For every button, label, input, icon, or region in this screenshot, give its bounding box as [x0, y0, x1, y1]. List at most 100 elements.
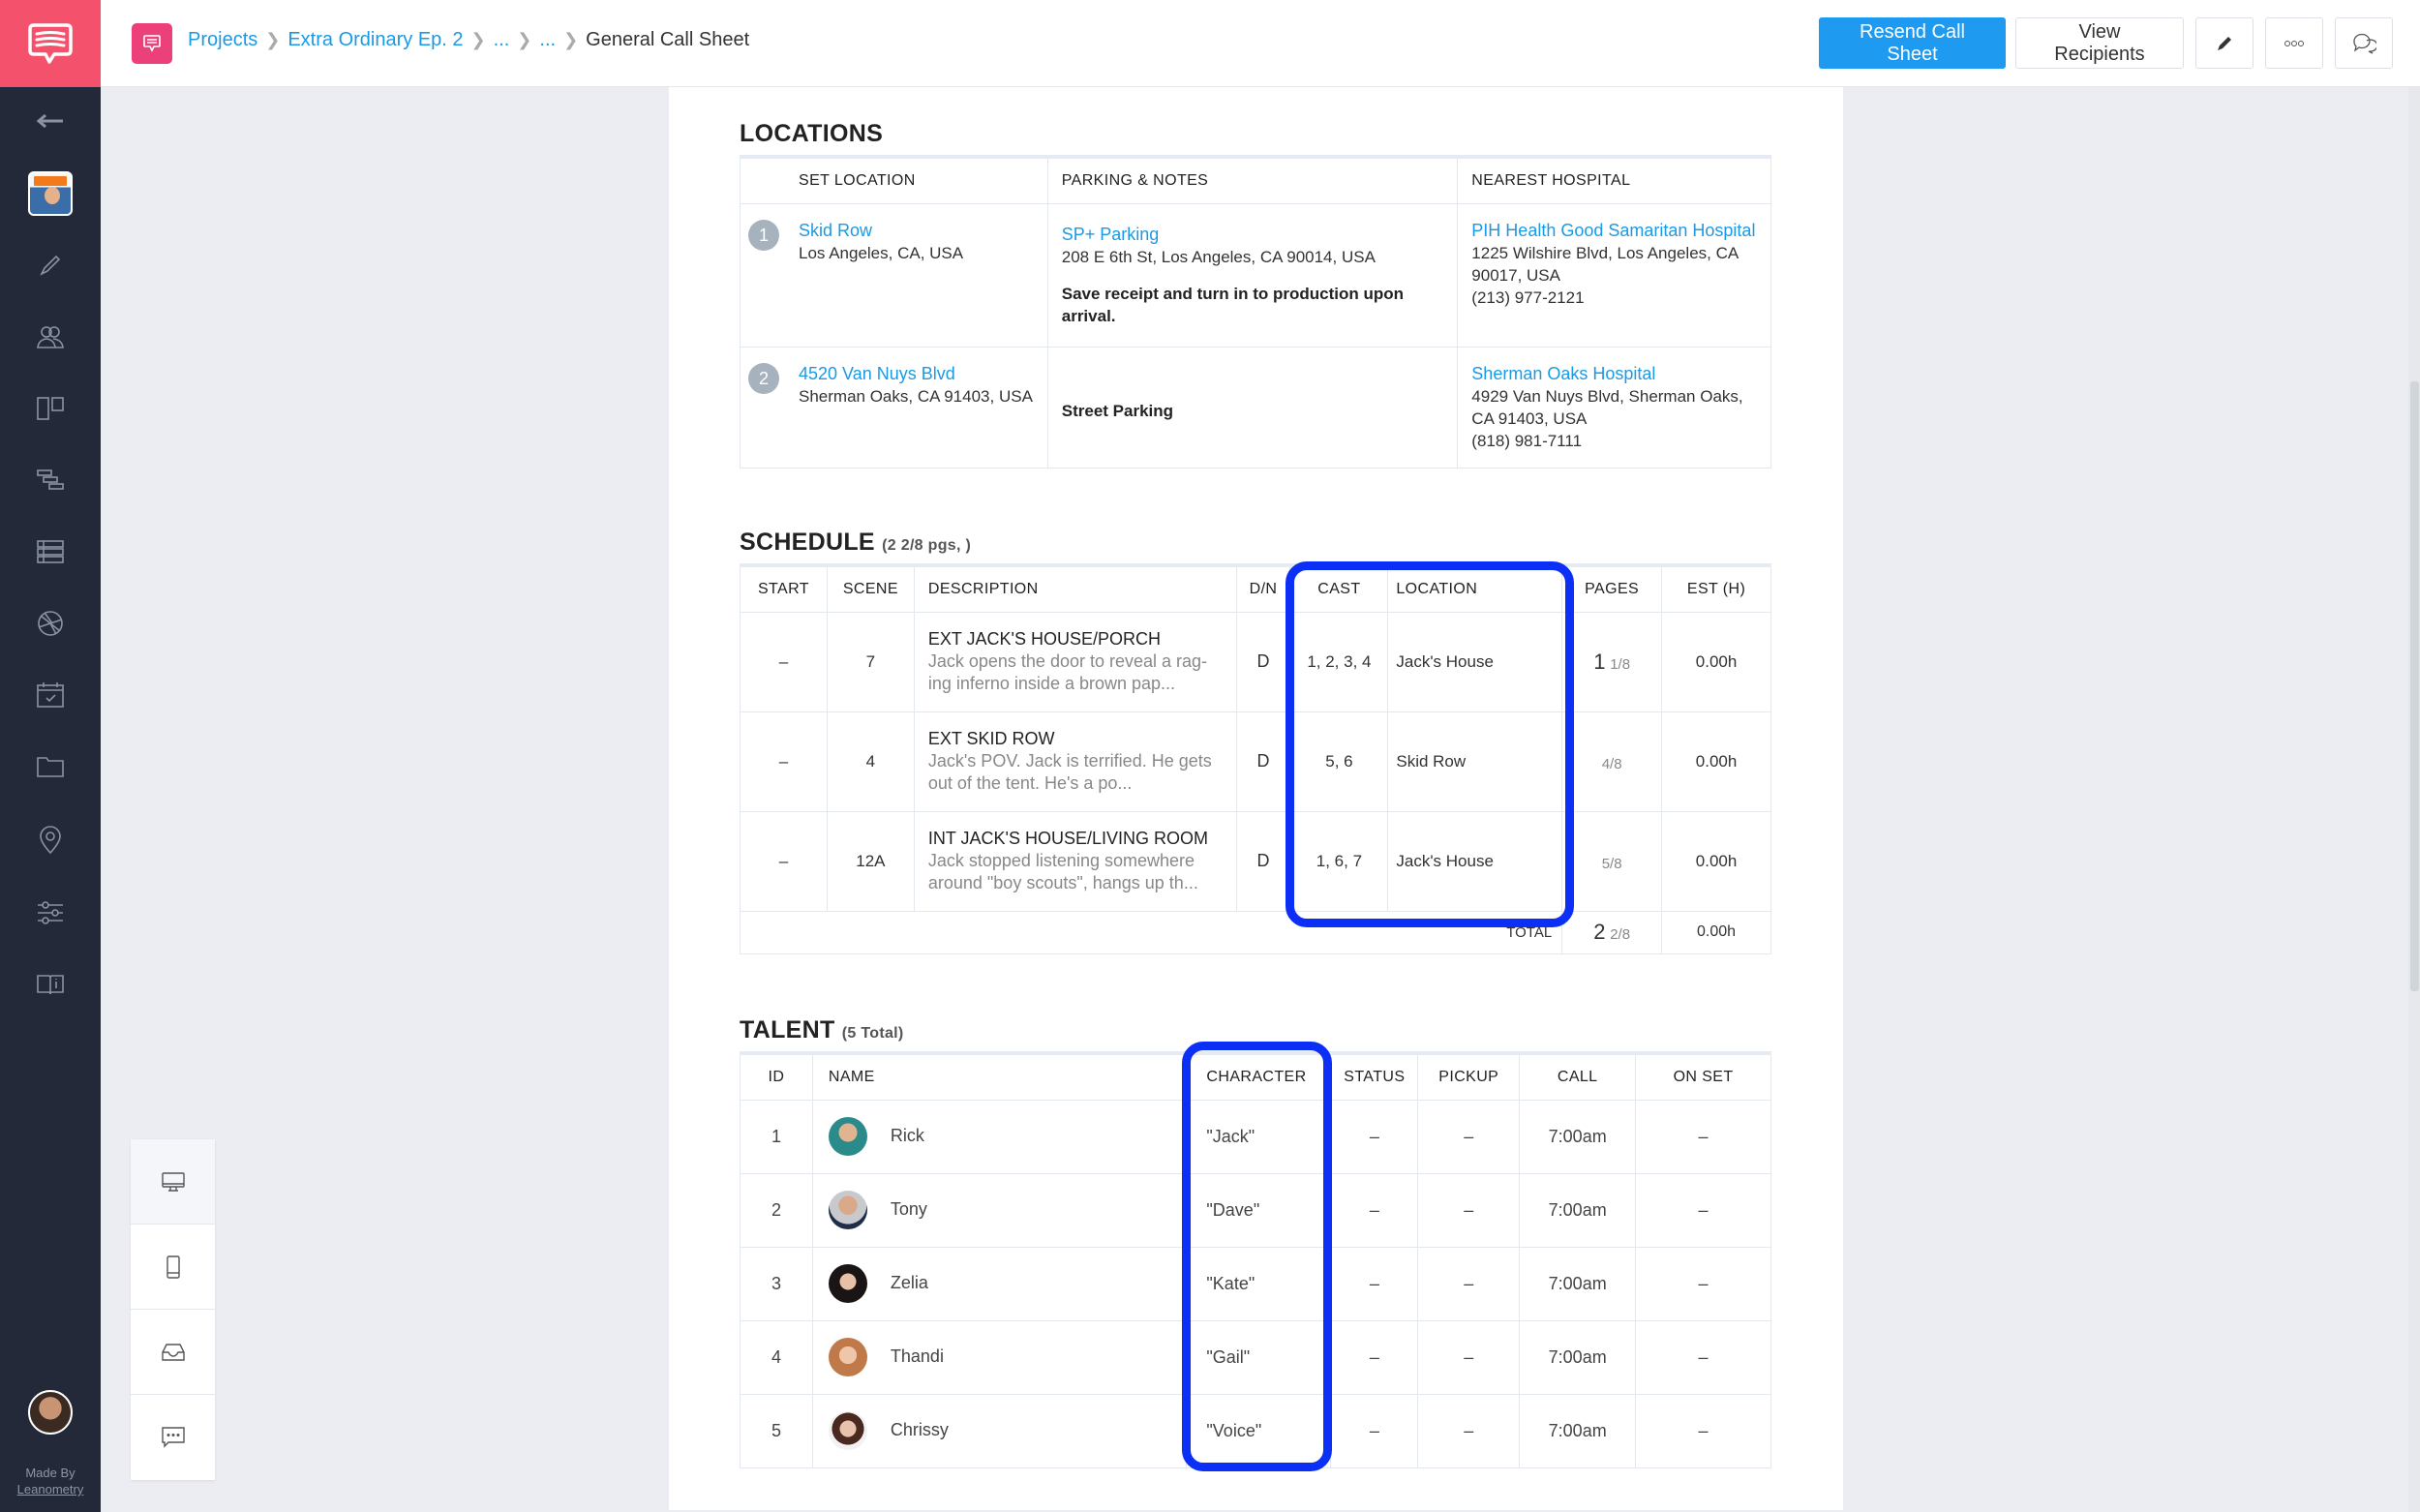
hospital-phone: (213) 977-2121 [1471, 287, 1585, 307]
header-dn: D/N [1235, 564, 1291, 613]
project-thumbnail[interactable] [0, 169, 101, 218]
hospital-link[interactable]: PIH Health Good Samaritan Hospital [1471, 220, 1757, 242]
pickup-cell: – [1417, 1319, 1521, 1395]
back-arrow-icon[interactable] [0, 97, 101, 145]
talent-avatar [828, 1338, 867, 1376]
location-pin-icon[interactable] [0, 816, 101, 864]
talent-name: Chrissy [890, 1419, 949, 1439]
pickup-cell: – [1417, 1099, 1521, 1174]
pencil-icon[interactable] [0, 241, 101, 289]
talent-table: ID NAME CHARACTER STATUS PICKUP CALL ON … [740, 1051, 1771, 1468]
talent-row[interactable]: 3 Zelia "Kate" – – 7:00am – [740, 1246, 1771, 1321]
schedule-total-row: TOTAL 2 2/8 0.00h [739, 910, 1771, 954]
scene-cell: 12A [826, 810, 915, 912]
location-cell: Jack's House [1387, 810, 1563, 912]
comment-dots-icon [161, 1427, 185, 1448]
mobile-icon [166, 1255, 180, 1279]
name-cell: Rick [811, 1099, 1188, 1174]
vertical-scrollbar[interactable] [2408, 87, 2420, 1512]
schedule-row[interactable]: – 4 EXT SKID ROW Jack's POV. Jack is ter… [740, 711, 1771, 812]
guide-book-icon[interactable] [0, 960, 101, 1009]
talent-avatar [828, 1264, 867, 1303]
schedule-row[interactable]: – 12A INT JACK'S HOUSE/LIVING ROOM Jack … [740, 810, 1771, 912]
status-cell: – [1330, 1246, 1419, 1321]
user-avatar[interactable] [28, 1390, 73, 1435]
talent-avatar [828, 1117, 867, 1156]
character-cell: "Dave" [1186, 1172, 1332, 1248]
locations-title: LOCATIONS [740, 120, 884, 147]
dn-cell: D [1235, 810, 1291, 912]
id-cell: 3 [740, 1246, 813, 1321]
total-est: 0.00h [1661, 910, 1771, 954]
hospital-link[interactable]: Sherman Oaks Hospital [1471, 363, 1757, 385]
scrollbar-thumb[interactable] [2410, 381, 2419, 991]
schedule-table: START SCENE DESCRIPTION D/N CAST LOCATIO… [739, 563, 1771, 954]
comments-view-button[interactable] [131, 1395, 215, 1480]
breadcrumb-ellipsis-1[interactable]: ... [494, 29, 510, 51]
call-cell: 7:00am [1519, 1172, 1637, 1248]
made-by-credit: Made By Leanometry [16, 1466, 84, 1497]
inbox-icon [161, 1343, 185, 1361]
header-set-location: SET LOCATION [740, 156, 1048, 204]
location-number-badge: 2 [748, 362, 779, 394]
location-row: 1 Skid Row Los Angeles, CA, USA SP+ Park… [740, 202, 1771, 348]
inbox-view-button[interactable] [131, 1310, 215, 1395]
view-recipients-button[interactable]: View Recipients [2015, 17, 2184, 69]
est-cell: 0.00h [1661, 810, 1771, 912]
calendar-icon[interactable] [0, 671, 101, 719]
desktop-view-button[interactable] [131, 1139, 215, 1225]
location-cell: Skid Row [1387, 711, 1563, 812]
chevron-right-icon: ❯ [517, 30, 532, 49]
header-pickup: PICKUP [1417, 1052, 1521, 1101]
camera-aperture-icon[interactable] [0, 599, 101, 648]
header-id: ID [740, 1052, 813, 1101]
call-cell: 7:00am [1519, 1319, 1637, 1395]
header-cast: CAST [1289, 564, 1389, 613]
comments-button[interactable] [2335, 17, 2393, 69]
edit-button[interactable] [2195, 17, 2254, 69]
leanometry-link[interactable]: Leanometry [17, 1482, 84, 1497]
shot-list-icon[interactable] [0, 528, 101, 576]
mobile-view-button[interactable] [131, 1225, 215, 1310]
set-location-link[interactable]: Skid Row [799, 220, 1034, 242]
description-cell: EXT JACK'S HOUSE/PORCH Jack opens the do… [913, 611, 1237, 712]
parking-link[interactable]: SP+ Parking [1062, 224, 1444, 246]
description-cell: INT JACK'S HOUSE/LIVING ROOM Jack stoppe… [913, 810, 1237, 912]
more-options-button[interactable] [2265, 17, 2323, 69]
scene-heading: EXT SKID ROW [927, 729, 1055, 748]
sidebar: Made By Leanometry [0, 0, 101, 1512]
breadcrumb-project[interactable]: Extra Ordinary Ep. 2 [287, 29, 463, 51]
scheduling-icon[interactable] [0, 456, 101, 504]
breadcrumb-ellipsis-2[interactable]: ... [539, 29, 556, 51]
scene-heading: INT JACK'S HOUSE/LIVING ROOM [927, 829, 1209, 848]
app-logo[interactable] [0, 0, 101, 87]
name-cell: Zelia [811, 1246, 1188, 1321]
status-cell: – [1330, 1099, 1419, 1174]
contacts-icon[interactable] [0, 313, 101, 361]
talent-row[interactable]: 4 Thandi "Gail" – – 7:00am – [740, 1319, 1771, 1395]
description-cell: EXT SKID ROW Jack's POV. Jack is terrifi… [913, 711, 1237, 812]
schedule-row[interactable]: – 7 EXT JACK'S HOUSE/PORCH Jack opens th… [740, 611, 1771, 712]
resend-call-sheet-button[interactable]: Resend Call Sheet [1819, 17, 2006, 69]
set-location-link[interactable]: 4520 Van Nuys Blvd [799, 363, 1034, 385]
folder-icon[interactable] [0, 742, 101, 791]
project-type-icon [132, 23, 172, 64]
start-cell: – [740, 810, 828, 912]
parking-note: Save receipt and turn in to production u… [1061, 284, 1404, 325]
hospital-address: 1225 Wilshire Blvd, Los Angeles, CA 9001… [1471, 243, 1739, 285]
character-cell: "Kate" [1186, 1246, 1332, 1321]
scene-cell: 7 [826, 611, 915, 712]
total-label: TOTAL [739, 910, 1563, 954]
storyboard-icon[interactable] [0, 384, 101, 433]
talent-row[interactable]: 5 Chrissy "Voice" – – 7:00am – [740, 1393, 1771, 1468]
talent-row[interactable]: 2 Tony "Dave" – – 7:00am – [740, 1172, 1771, 1248]
character-cell: "Gail" [1186, 1319, 1332, 1395]
status-cell: – [1330, 1393, 1419, 1468]
schedule-title: SCHEDULE (2 2/8 pgs, ) [740, 529, 972, 556]
settings-sliders-icon[interactable] [0, 889, 101, 937]
talent-row[interactable]: 1 Rick "Jack" – – 7:00am – [740, 1099, 1771, 1174]
breadcrumb-projects[interactable]: Projects [188, 29, 257, 51]
talent-avatar [828, 1191, 867, 1229]
talent-name: Thandi [890, 1346, 944, 1366]
top-bar: Projects ❯ Extra Ordinary Ep. 2 ❯ ... ❯ … [101, 0, 2420, 87]
